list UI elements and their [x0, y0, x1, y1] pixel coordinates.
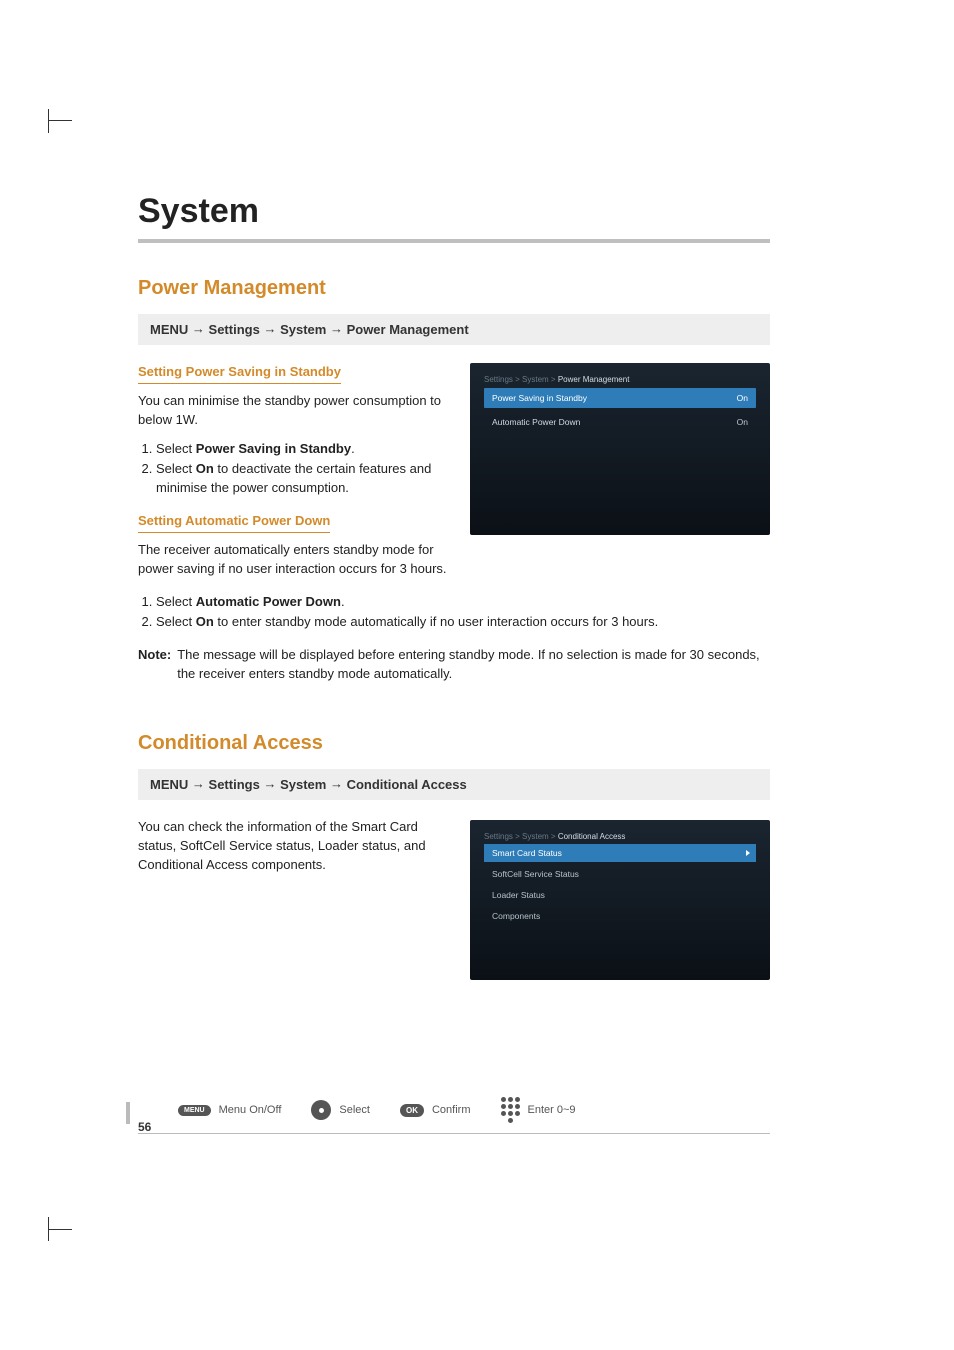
- bc-part: System: [522, 832, 549, 841]
- screen-breadcrumb: Settings > System > Power Management: [484, 375, 756, 384]
- title-rule: [138, 239, 770, 243]
- screen-item-smart-card: Smart Card Status: [484, 844, 756, 862]
- legend-confirm: OK Confirm: [400, 1104, 471, 1117]
- step-text: .: [351, 441, 355, 456]
- screen-item-softcell: SoftCell Service Status: [484, 865, 756, 883]
- nav-menu: MENU: [150, 777, 188, 792]
- arrow-icon: →: [192, 321, 205, 336]
- chapter-title: System: [138, 192, 770, 237]
- note: Note: The message will be displayed befo…: [138, 646, 770, 684]
- arrow-icon: →: [330, 321, 343, 336]
- auto-power-down-para: The receiver automatically enters standb…: [138, 541, 448, 579]
- conditional-access-row: You can check the information of the Sma…: [138, 818, 770, 980]
- screen-power-management: Settings > System > Power Management Pow…: [470, 363, 770, 535]
- footer-legend: MENU Menu On/Off Select OK Confirm Enter…: [138, 1097, 770, 1142]
- screen-row-power-saving: Power Saving in Standby On: [484, 388, 756, 408]
- legend-menu: MENU Menu On/Off: [178, 1104, 281, 1116]
- nav-path-power-management: MENU → Settings → System → Power Managem…: [138, 314, 770, 345]
- step-bold: On: [196, 461, 214, 476]
- nav-settings: Settings: [209, 777, 260, 792]
- page-content: System Power Management MENU → Settings …: [138, 192, 770, 980]
- nav-conditional-access: Conditional Access: [347, 777, 467, 792]
- row-value: On: [737, 393, 748, 403]
- sub-heading-power-saving: Setting Power Saving in Standby: [138, 363, 341, 384]
- step-text: Select: [156, 461, 196, 476]
- screen-row-auto-power-down: Automatic Power Down On: [484, 412, 756, 432]
- footer-rule: [138, 1133, 770, 1134]
- step: Select On to enter standby mode automati…: [156, 613, 770, 632]
- arrow-icon: →: [263, 776, 276, 791]
- legend-label: Menu On/Off: [219, 1104, 282, 1116]
- step: Select Automatic Power Down.: [156, 593, 770, 612]
- page-number-tab: [126, 1102, 130, 1124]
- arrow-icon: →: [192, 776, 205, 791]
- conditional-access-para: You can check the information of the Sma…: [138, 818, 448, 875]
- conditional-access-screenshot: Settings > System > Conditional Access S…: [470, 818, 770, 980]
- step-text: Select: [156, 614, 196, 629]
- nav-system: System: [280, 322, 326, 337]
- bc-current: Conditional Access: [558, 832, 626, 841]
- power-management-screenshot: Settings > System > Power Management Pow…: [470, 363, 770, 535]
- step: Select Power Saving in Standby.: [156, 440, 448, 459]
- numpad-icon: [501, 1097, 520, 1123]
- step: Select On to deactivate the certain feat…: [156, 460, 448, 498]
- step-text: Select: [156, 594, 196, 609]
- bc-current: Power Management: [558, 375, 630, 384]
- menu-button-icon: MENU: [178, 1105, 211, 1116]
- section-title-power-management: Power Management: [138, 277, 770, 300]
- legend-label: Enter 0~9: [528, 1104, 576, 1116]
- screen-item-components: Components: [484, 907, 756, 925]
- power-management-text: Setting Power Saving in Standby You can …: [138, 363, 448, 589]
- step-bold: Power Saving in Standby: [196, 441, 351, 456]
- step-bold: Automatic Power Down: [196, 594, 341, 609]
- row-value: On: [737, 417, 748, 427]
- nav-path-conditional-access: MENU → Settings → System → Conditional A…: [138, 769, 770, 800]
- row-label: Power Saving in Standby: [492, 393, 587, 403]
- conditional-access-text: You can check the information of the Sma…: [138, 818, 448, 885]
- crop-mark-top-left: [48, 120, 72, 144]
- sub-heading-auto-power-down: Setting Automatic Power Down: [138, 512, 330, 533]
- power-management-row: Setting Power Saving in Standby You can …: [138, 363, 770, 589]
- bc-part: Settings: [484, 375, 513, 384]
- power-saving-steps: Select Power Saving in Standby. Select O…: [156, 440, 448, 499]
- legend-numpad: Enter 0~9: [501, 1097, 576, 1123]
- screen-conditional-access: Settings > System > Conditional Access S…: [470, 820, 770, 980]
- nav-power-management: Power Management: [347, 322, 469, 337]
- nav-settings: Settings: [209, 322, 260, 337]
- section-title-conditional-access: Conditional Access: [138, 732, 770, 755]
- footer-row: MENU Menu On/Off Select OK Confirm Enter…: [138, 1097, 770, 1123]
- bc-part: Settings: [484, 832, 513, 841]
- step-bold: On: [196, 614, 214, 629]
- nav-system: System: [280, 777, 326, 792]
- legend-select: Select: [311, 1100, 370, 1120]
- legend-label: Confirm: [432, 1104, 471, 1116]
- step-text: .: [341, 594, 345, 609]
- screen-breadcrumb: Settings > System > Conditional Access: [484, 832, 756, 841]
- screen-item-loader: Loader Status: [484, 886, 756, 904]
- nav-menu: MENU: [150, 322, 188, 337]
- arrow-icon: →: [330, 776, 343, 791]
- note-label: Note:: [138, 646, 171, 684]
- arrow-icon: →: [263, 321, 276, 336]
- bc-part: System: [522, 375, 549, 384]
- step-text: Select: [156, 441, 196, 456]
- row-label: Automatic Power Down: [492, 417, 580, 427]
- note-text: The message will be displayed before ent…: [177, 646, 770, 684]
- nav-dot-icon: [311, 1100, 331, 1120]
- auto-power-down-steps: Select Automatic Power Down. Select On t…: [156, 593, 770, 633]
- power-saving-para: You can minimise the standby power consu…: [138, 392, 448, 430]
- crop-mark-bottom-left: [48, 1206, 72, 1230]
- ok-button-icon: OK: [400, 1104, 424, 1117]
- legend-label: Select: [339, 1104, 370, 1116]
- step-text: to enter standby mode automatically if n…: [214, 614, 658, 629]
- manual-page: System Power Management MENU → Settings …: [0, 0, 954, 1350]
